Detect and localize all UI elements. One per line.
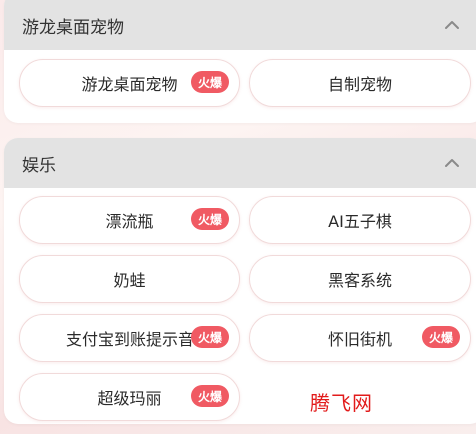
item-label: 游龙桌面宠物 [81, 75, 178, 94]
hot-badge: 火爆 [421, 326, 460, 348]
item-card[interactable]: 奶蛙 [19, 255, 240, 303]
section-desktop-pet: 游龙桌面宠物 游龙桌面宠物 火爆 自制宠物 [4, 0, 476, 123]
chevron-up-icon[interactable] [444, 158, 460, 168]
item-label: 漂流瓶 [105, 212, 154, 231]
hot-badge: 火爆 [190, 208, 229, 230]
item-label: AI五子棋 [328, 212, 392, 231]
item-label: 超级玛丽 [97, 389, 162, 408]
hot-badge: 火爆 [190, 71, 229, 93]
hot-badge: 火爆 [190, 326, 229, 348]
watermark: 腾飞网 [310, 391, 373, 415]
item-label: 怀旧街机 [327, 330, 392, 349]
hot-badge: 火爆 [190, 385, 229, 407]
item-label: 奶蛙 [113, 271, 146, 290]
item-card[interactable]: 支付宝到账提示音 火爆 [19, 314, 240, 362]
item-label: 支付宝到账提示音 [66, 330, 195, 349]
item-card[interactable]: 漂流瓶 火爆 [19, 196, 240, 244]
section-title: 娱乐 [22, 155, 56, 176]
item-card[interactable]: 自制宠物 [249, 59, 471, 107]
section-header[interactable]: 游龙桌面宠物 [4, 0, 476, 50]
item-card[interactable]: AI五子棋 [249, 196, 471, 244]
section-title: 游龙桌面宠物 [22, 17, 124, 38]
section-header[interactable]: 娱乐 [4, 138, 476, 188]
item-card[interactable]: 游龙桌面宠物 火爆 [19, 59, 240, 107]
item-label: 黑客系统 [327, 271, 392, 290]
item-card[interactable]: 超级玛丽 火爆 [19, 373, 240, 421]
chevron-up-icon[interactable] [444, 20, 460, 30]
section-entertainment: 娱乐 漂流瓶 火爆 AI五子棋 奶蛙 黑客系统 支付宝到账提示音 火爆 怀旧街机… [4, 138, 476, 424]
item-card[interactable]: 黑客系统 [249, 255, 471, 303]
item-card[interactable]: 怀旧街机 火爆 [249, 314, 471, 362]
item-label: 自制宠物 [327, 75, 392, 94]
